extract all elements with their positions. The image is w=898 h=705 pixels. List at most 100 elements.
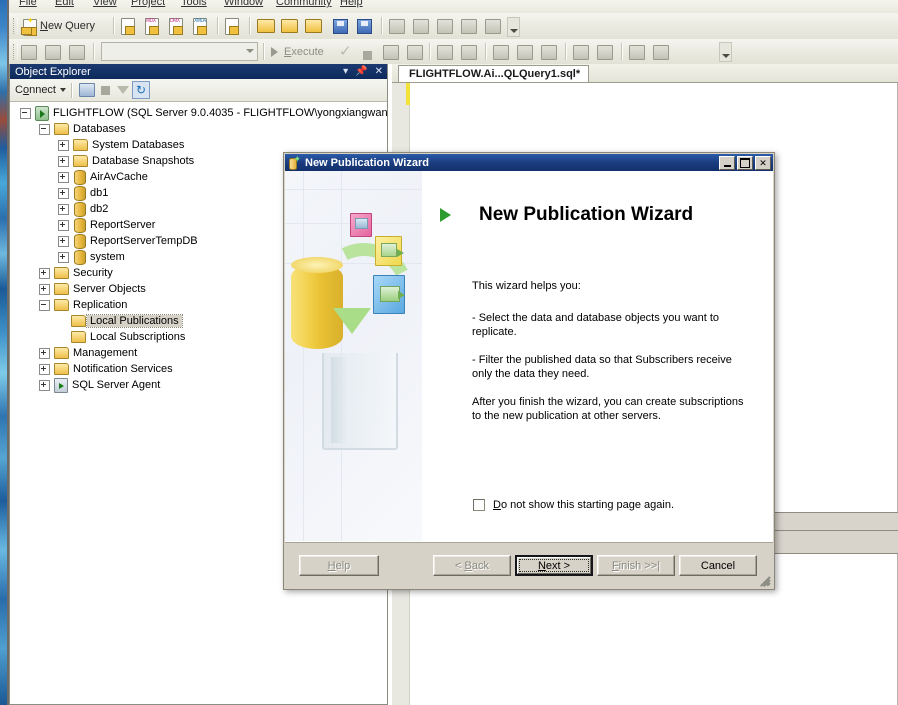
back-button[interactable]: < Back — [433, 555, 511, 576]
stop-button[interactable] — [96, 81, 114, 99]
auto-hide-pin-icon[interactable]: 📌 — [355, 67, 367, 77]
menu-item-tools[interactable]: Tools — [181, 0, 207, 8]
results-to-grid-icon — [517, 45, 533, 60]
new-analysis-services-mdx-query-button[interactable]: MDX — [145, 16, 159, 36]
sql-editor-toolbar: Execute ✓ — [9, 39, 898, 65]
tree-node-label: Management — [73, 347, 137, 359]
tree-expand-icon[interactable] — [39, 364, 50, 375]
tree-collapse-icon[interactable] — [39, 300, 50, 311]
tab-sql-query[interactable]: FLIGHTFLOW.Ai...QLQuery1.sql* — [398, 65, 589, 82]
results-to-text-button[interactable] — [493, 42, 509, 62]
finish-button-label: Finish >>| — [612, 560, 660, 572]
parse-button[interactable]: ✓ — [339, 42, 352, 62]
connect-button[interactable] — [21, 42, 37, 62]
close-project-icon — [305, 19, 322, 33]
new-analysis-services-xmla-query-button[interactable]: XMLA — [193, 16, 207, 36]
solution-explorer-button[interactable] — [461, 16, 477, 36]
menu-item-community[interactable]: Community — [276, 0, 332, 8]
new-db-engine-query-button[interactable] — [121, 16, 135, 36]
refresh-button[interactable]: ↻ — [132, 81, 150, 99]
close-button[interactable]: ✕ — [755, 156, 771, 170]
tree-expand-icon[interactable] — [58, 140, 69, 151]
menu-item-file[interactable]: File — [19, 0, 37, 8]
close-icon[interactable]: ✕ — [375, 67, 383, 77]
open-file-button[interactable] — [257, 16, 275, 36]
comment-lines-button[interactable] — [573, 42, 589, 62]
tree-node[interactable]: FLIGHTFLOW (SQL Server 9.0.4035 - FLIGHT… — [10, 105, 387, 121]
close-project-button[interactable] — [305, 16, 322, 36]
tree-expand-icon[interactable] — [39, 348, 50, 359]
available-databases-combo[interactable] — [101, 42, 258, 61]
disconnect-button[interactable] — [45, 42, 61, 62]
glass-container-inner — [331, 357, 349, 443]
new-sql-ce-query-button[interactable] — [225, 16, 239, 36]
tree-expand-icon[interactable] — [58, 252, 69, 263]
cancel-button[interactable]: Cancel — [679, 555, 757, 576]
include-client-statistics-button[interactable] — [461, 42, 477, 62]
save-button[interactable] — [333, 16, 348, 36]
tree-expand-icon[interactable] — [39, 380, 50, 391]
save-all-button[interactable] — [357, 16, 372, 36]
tree-node[interactable]: System Databases — [10, 137, 387, 153]
new-query-button[interactable]: ✦ New Query — [21, 16, 95, 36]
chevron-down-icon — [246, 49, 254, 53]
tree-collapse-icon[interactable] — [20, 108, 31, 119]
query-options-button[interactable] — [407, 42, 423, 62]
tree-expand-icon[interactable] — [58, 156, 69, 167]
db-icon — [74, 186, 86, 201]
menu-item-help[interactable]: Help — [340, 0, 363, 8]
menu-item-edit[interactable]: Edit — [55, 0, 74, 8]
tree-node-label: Databases — [73, 123, 126, 135]
resize-grip[interactable] — [757, 572, 771, 586]
tree-expand-icon[interactable] — [58, 188, 69, 199]
decrease-indent-button[interactable] — [629, 42, 645, 62]
minimize-button[interactable] — [719, 156, 735, 170]
change-connection-button[interactable] — [69, 42, 85, 62]
tree-expand-icon[interactable] — [39, 268, 50, 279]
tree-expand-icon[interactable] — [58, 220, 69, 231]
summary-button[interactable] — [389, 16, 405, 36]
tree-node[interactable]: Databases — [10, 121, 387, 137]
sql-toolbar-overflow-button[interactable] — [719, 42, 732, 62]
window-position-chevron-down-icon[interactable]: ▾ — [343, 67, 348, 77]
open-project-button[interactable] — [281, 16, 298, 36]
finish-button[interactable]: Finish >>| — [597, 555, 675, 576]
object-explorer-button[interactable] — [413, 16, 429, 36]
tree-expand-icon[interactable] — [39, 284, 50, 295]
menu-item-view[interactable]: View — [93, 0, 117, 8]
template-explorer-button[interactable] — [437, 16, 453, 36]
connect-dropdown-button[interactable]: Connect — [15, 84, 66, 96]
dialog-title-bar[interactable]: ✦ New Publication Wizard ✕ — [285, 154, 773, 171]
maximize-button[interactable] — [737, 156, 753, 170]
do-not-show-again-checkbox[interactable] — [473, 499, 485, 511]
tree-expand-icon[interactable] — [58, 236, 69, 247]
toolbar-grip[interactable] — [13, 18, 18, 34]
toolbar-overflow-button[interactable] — [507, 17, 520, 37]
menu-item-window[interactable]: Window — [224, 0, 263, 8]
filter-button[interactable] — [114, 81, 132, 99]
display-estimated-plan-button[interactable] — [383, 42, 399, 62]
results-to-grid-button[interactable] — [517, 42, 533, 62]
properties-window-button[interactable] — [485, 16, 501, 36]
do-not-show-again-row[interactable]: Do not show this starting page again. — [473, 499, 674, 511]
disconnect-button[interactable] — [78, 81, 96, 99]
results-to-file-button[interactable] — [541, 42, 557, 62]
cancel-executing-query-button[interactable] — [363, 45, 372, 65]
increase-indent-button[interactable] — [653, 42, 669, 62]
menu-item-project[interactable]: Project — [131, 0, 165, 8]
connect-icon — [21, 45, 37, 60]
solution-explorer-icon — [461, 19, 477, 34]
next-button[interactable]: Next > — [515, 555, 593, 576]
tree-expand-icon[interactable] — [58, 204, 69, 215]
include-actual-plan-button[interactable] — [437, 42, 453, 62]
desktop-wallpaper — [0, 0, 7, 705]
execute-button[interactable]: Execute — [271, 42, 324, 62]
tree-expand-icon[interactable] — [58, 172, 69, 183]
tree-collapse-icon[interactable] — [39, 124, 50, 135]
new-analysis-services-dmx-query-button[interactable]: DMX — [169, 16, 183, 36]
tree-node-label: ReportServerTempDB — [90, 235, 198, 247]
sql-toolbar-grip[interactable] — [13, 44, 18, 60]
help-button[interactable]: Help — [299, 555, 379, 576]
uncomment-lines-button[interactable] — [597, 42, 613, 62]
increase-indent-icon — [653, 45, 669, 60]
